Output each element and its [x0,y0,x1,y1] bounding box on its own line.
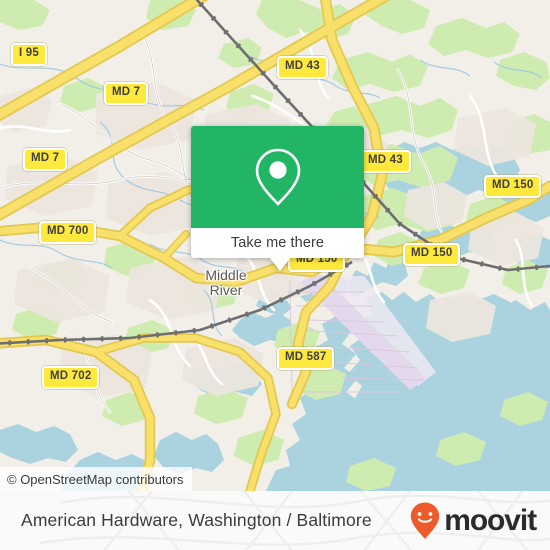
road-shield-md-7-b[interactable]: MD 7 [23,148,68,171]
place-label-middle-river: Middle River [205,267,247,298]
popup-pointer [269,257,291,271]
page-footer: American Hardware, Washington / Baltimor… [0,491,550,550]
road-shield-md-702[interactable]: MD 702 [42,366,100,389]
map-canvas[interactable]: I 95 MD 7 MD 43 MD 7 MD 43 MD 150 MD 700… [0,0,550,491]
road-shield-i-95[interactable]: I 95 [11,43,47,66]
page-title: American Hardware, Washington / Baltimor… [21,510,372,530]
popup-action-label[interactable]: Take me there [191,228,364,258]
road-shield-md-7-a[interactable]: MD 7 [104,82,149,105]
take-me-there-popup[interactable]: Take me there [191,126,364,271]
road-shield-md-587[interactable]: MD 587 [277,347,335,370]
popup-icon-area [191,126,364,228]
moovit-wordmark: moovit [444,503,537,537]
moovit-brand-logo[interactable]: moovit [409,501,537,541]
attribution-text: © OpenStreetMap contributors [7,471,184,487]
road-shield-md-150-b[interactable]: MD 150 [403,243,461,266]
road-shield-md-150-a[interactable]: MD 150 [484,175,542,198]
moovit-station-map-page: I 95 MD 7 MD 43 MD 7 MD 43 MD 150 MD 700… [0,0,550,550]
map-attribution[interactable]: © OpenStreetMap contributors [0,467,192,491]
road-shield-md-43-b[interactable]: MD 43 [360,150,411,173]
road-shield-md-700[interactable]: MD 700 [39,221,97,244]
road-shield-md-43-a[interactable]: MD 43 [277,56,328,79]
moovit-pin-icon [411,502,440,539]
map-pin-icon [255,148,300,206]
